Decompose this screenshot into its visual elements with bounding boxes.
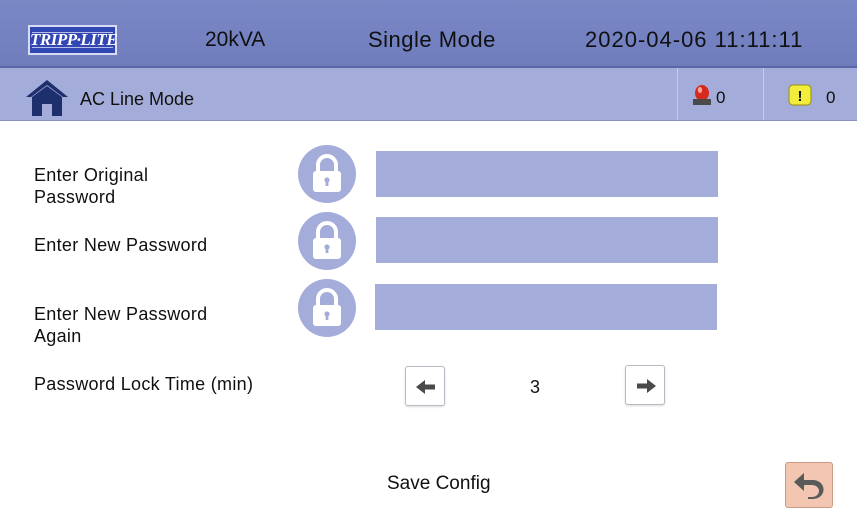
top-bar: TRIPP·LITE 20kVA Single Mode 2020-04-06 … (0, 0, 857, 68)
confirm-password-label: Enter New Password Again (34, 304, 208, 346)
increase-button[interactable] (625, 365, 665, 405)
back-button[interactable] (785, 462, 833, 508)
home-icon[interactable] (23, 78, 71, 116)
divider (677, 68, 678, 120)
warning-icon[interactable]: ! (788, 83, 812, 107)
tripp-lite-logo: TRIPP·LITE (28, 25, 118, 55)
warning-symbol: ! (798, 88, 803, 105)
status-title: AC Line Mode (80, 89, 195, 109)
decrease-button[interactable] (405, 366, 445, 406)
divider (763, 68, 764, 120)
power-rating: 20kVA (205, 28, 266, 51)
left-arrow-icon (416, 380, 435, 394)
original-password-field[interactable] (376, 151, 718, 197)
lock-icon (298, 212, 356, 270)
back-arrow-icon (794, 473, 824, 499)
status-bar: AC Line Mode 0 ! 0 (0, 68, 857, 121)
original-password-label: Enter Original Password (34, 165, 149, 207)
new-password-label: Enter New Password (34, 235, 208, 255)
operating-mode: Single Mode (368, 27, 496, 52)
date-time: 2020-04-06 11:11:11 (585, 27, 804, 52)
right-arrow-icon (637, 379, 656, 393)
lock-icon (298, 145, 356, 203)
save-config-button[interactable]: Save Config (387, 473, 491, 495)
lock-time-label: Password Lock Time (min) (34, 374, 254, 394)
lock-icon (298, 279, 356, 337)
lock-time-value: 3 (530, 377, 541, 397)
confirm-password-field[interactable] (375, 284, 717, 330)
warning-count: 0 (826, 88, 836, 107)
alarm-light-icon[interactable] (690, 83, 714, 107)
new-password-field[interactable] (376, 217, 718, 263)
alarm-count: 0 (716, 88, 726, 107)
